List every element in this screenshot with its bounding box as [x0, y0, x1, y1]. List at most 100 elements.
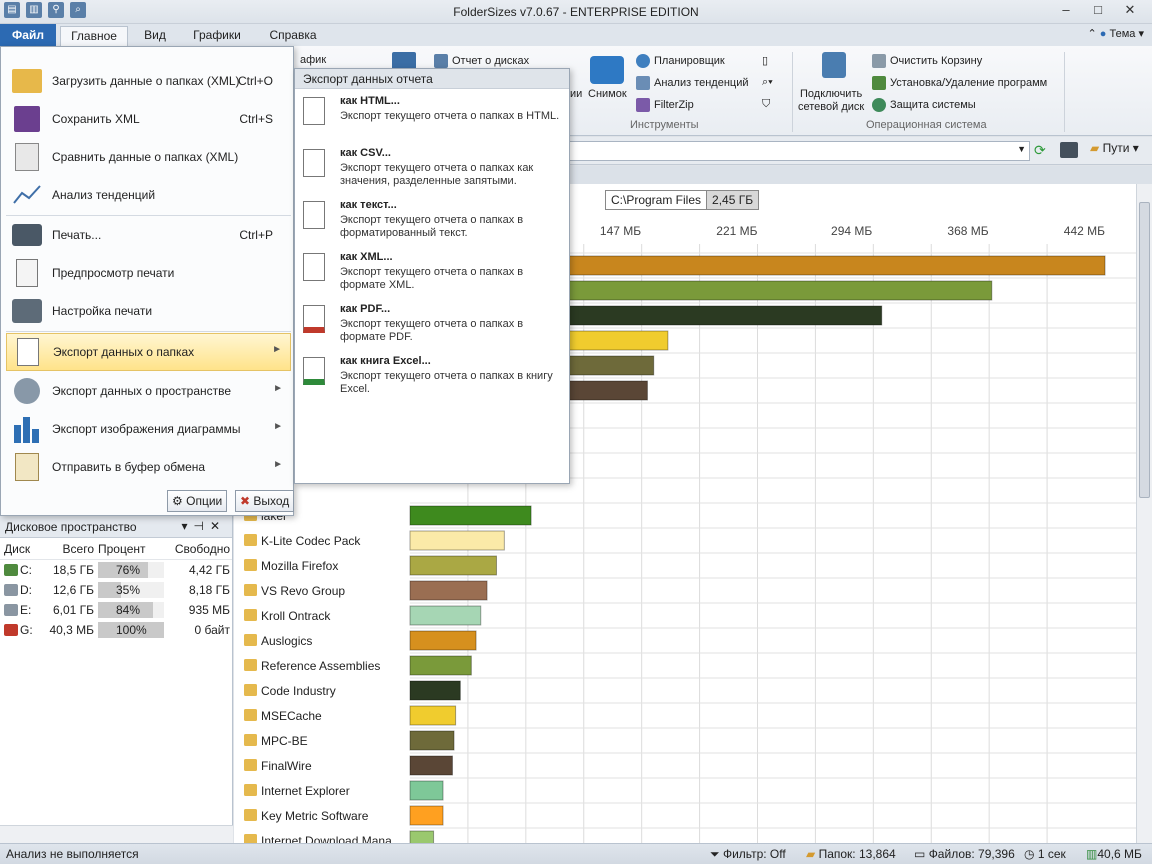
- menu-export-space[interactable]: Экспорт данных о пространстве ►: [6, 373, 291, 409]
- install-remove-button[interactable]: Установка/Удаление программ: [872, 76, 1047, 90]
- col-disk[interactable]: Диск: [0, 542, 44, 556]
- scheduler-button[interactable]: Планировщик: [636, 54, 725, 68]
- folder-label[interactable]: Mozilla Firefox: [261, 559, 338, 573]
- disk-row[interactable]: G: 40,3 МБ 100% 0 байт: [0, 620, 232, 640]
- title-bar: ▤ ▥ ⚲ ⌕ FolderSizes v7.0.67 - ENTERPRISE…: [0, 0, 1152, 24]
- folder-label[interactable]: Reference Assemblies: [261, 659, 380, 673]
- console-icon[interactable]: [1060, 142, 1078, 158]
- path-combo[interactable]: ▼: [568, 141, 1030, 161]
- chart-bar[interactable]: [409, 630, 477, 651]
- export-csv[interactable]: как CSV... Экспорт текущего отчета о папк…: [301, 143, 565, 193]
- system-protect-button[interactable]: Защита системы: [872, 98, 976, 112]
- folder-label[interactable]: K-Lite Codec Pack: [261, 534, 361, 548]
- trend-analysis-button[interactable]: Анализ тенденций: [636, 76, 749, 90]
- pin-icon[interactable]: ⊣: [193, 519, 209, 533]
- folder-label[interactable]: FinalWire: [261, 759, 312, 773]
- tab-view[interactable]: Вид: [134, 26, 176, 46]
- chart-bar[interactable]: [409, 655, 472, 676]
- chart-bar[interactable]: [409, 755, 453, 776]
- col-free[interactable]: Свободно: [164, 542, 230, 556]
- folder-label[interactable]: Kroll Ontrack: [261, 609, 331, 623]
- chart-bar[interactable]: [409, 830, 435, 843]
- chart-bar[interactable]: [409, 605, 482, 626]
- export-pdf[interactable]: как PDF... Экспорт текущего отчета о папк…: [301, 299, 565, 349]
- col-percent[interactable]: Процент: [94, 542, 164, 556]
- tab-help[interactable]: Справка: [262, 26, 324, 46]
- exit-button[interactable]: ✖ Выход: [235, 490, 295, 512]
- theme-menu[interactable]: ⌃ ● Тема ▾: [1088, 27, 1144, 40]
- col-total[interactable]: Всего: [44, 542, 94, 556]
- folder-label[interactable]: VS Revo Group: [261, 584, 345, 598]
- refresh-icon[interactable]: ⟳: [1034, 142, 1046, 159]
- menu-compare-xml[interactable]: Сравнить данные о папках (XML): [6, 139, 291, 175]
- options-button[interactable]: ⚙ Опции: [167, 490, 228, 512]
- shield-icon[interactable]: ⛉: [762, 98, 770, 111]
- folder-label[interactable]: Auslogics: [261, 634, 312, 648]
- folder-label[interactable]: Internet Download Mana...: [261, 834, 402, 843]
- maximize-button[interactable]: □: [1082, 0, 1114, 20]
- export-html[interactable]: как HTML... Экспорт текущего отчета о пап…: [301, 91, 565, 141]
- chart-bar[interactable]: [409, 505, 532, 526]
- vertical-scrollbar[interactable]: [1136, 184, 1152, 843]
- folder-icon: [244, 809, 257, 821]
- connect-drive-button[interactable]: Подключить: [800, 88, 862, 100]
- menu-print-setup[interactable]: Настройка печати: [6, 293, 291, 329]
- folder-label[interactable]: Internet Explorer: [261, 784, 350, 798]
- close-button[interactable]: ✕: [1114, 0, 1146, 20]
- filterzip-button[interactable]: FilterZip: [636, 98, 694, 112]
- export-xml[interactable]: как XML... Экспорт текущего отчета о папк…: [301, 247, 565, 297]
- tab-charts[interactable]: Графики: [186, 26, 248, 46]
- chart-bar[interactable]: [409, 680, 461, 701]
- minimize-button[interactable]: –: [1050, 0, 1082, 20]
- folder-label[interactable]: MSECache: [261, 709, 322, 723]
- menu-print[interactable]: Печать... Ctrl+P: [6, 217, 291, 253]
- menu-export-chart-image[interactable]: Экспорт изображения диаграммы ►: [6, 411, 291, 447]
- chart-bar[interactable]: [409, 705, 457, 726]
- folder-label[interactable]: MPC-BE: [261, 734, 308, 748]
- ribbon-chart-button[interactable]: афик: [300, 54, 326, 66]
- chart-bar[interactable]: [409, 530, 505, 551]
- tab-main[interactable]: Главное: [60, 26, 128, 46]
- empty-bin-button[interactable]: Очистить Корзину: [872, 54, 982, 68]
- menu-trend-analysis[interactable]: Анализ тенденций: [6, 177, 291, 213]
- export-desc: Экспорт текущего отчета о папках в форма…: [340, 266, 524, 291]
- folder-label[interactable]: Code Industry: [261, 684, 336, 698]
- chart-bar[interactable]: [409, 555, 497, 576]
- disk-table-header: Диск Всего Процент Свободно: [0, 538, 232, 560]
- folder-icon: [244, 784, 257, 796]
- export-desc: Экспорт текущего отчета о папках в форма…: [340, 214, 524, 239]
- dropdown-icon[interactable]: ▾: [181, 519, 193, 533]
- scrollbar-thumb[interactable]: [1139, 202, 1150, 498]
- paths-button[interactable]: ▰ Пути ▾: [1090, 141, 1148, 161]
- menu-save-xml[interactable]: Сохранить XML Ctrl+S: [6, 101, 291, 137]
- chart-bar[interactable]: [409, 730, 455, 751]
- menu-print-preview[interactable]: Предпросмотр печати: [6, 255, 291, 291]
- chart-bar[interactable]: [409, 780, 444, 801]
- info-icon[interactable]: ▯: [762, 54, 768, 67]
- status-filter-text: Фильтр: Off: [722, 847, 786, 861]
- report-disks-button[interactable]: Отчет о дисках: [434, 54, 529, 68]
- disk-row[interactable]: D: 12,6 ГБ 35% 8,18 ГБ: [0, 580, 232, 600]
- disk-cell: D:: [0, 583, 44, 597]
- folder-icon: [244, 634, 257, 646]
- menu-send-clipboard[interactable]: Отправить в буфер обмена ►: [6, 449, 291, 485]
- horizontal-scrollbar[interactable]: [0, 825, 233, 843]
- menu-export-folders[interactable]: Экспорт данных о папках ►: [6, 333, 291, 371]
- snapshot-button[interactable]: Снимок: [588, 88, 627, 100]
- camera-icon: [590, 56, 624, 84]
- chart-bar[interactable]: [409, 805, 444, 826]
- disk-letter: G:: [20, 623, 33, 637]
- disk-row[interactable]: C: 18,5 ГБ 76% 4,42 ГБ: [0, 560, 232, 580]
- export-excel[interactable]: как книга Excel... Экспорт текущего отчет…: [301, 351, 565, 401]
- disk-row[interactable]: E: 6,01 ГБ 84% 935 МБ: [0, 600, 232, 620]
- menu-load-xml[interactable]: Загрузить данные о папках (XML) Ctrl+O: [6, 63, 291, 99]
- save-icon: [10, 104, 44, 134]
- submenu-arrow-icon: ►: [273, 459, 283, 470]
- search-doc-icon[interactable]: ⌕▾: [762, 76, 773, 89]
- close-pane-icon[interactable]: ✕: [210, 519, 226, 533]
- export-text[interactable]: как текст... Экспорт текущего отчета о па…: [301, 195, 565, 245]
- menu-shortcut: Ctrl+P: [239, 228, 273, 242]
- chart-bar[interactable]: [409, 580, 488, 601]
- tab-file[interactable]: Файл: [0, 24, 56, 46]
- folder-label[interactable]: Key Metric Software: [261, 809, 369, 823]
